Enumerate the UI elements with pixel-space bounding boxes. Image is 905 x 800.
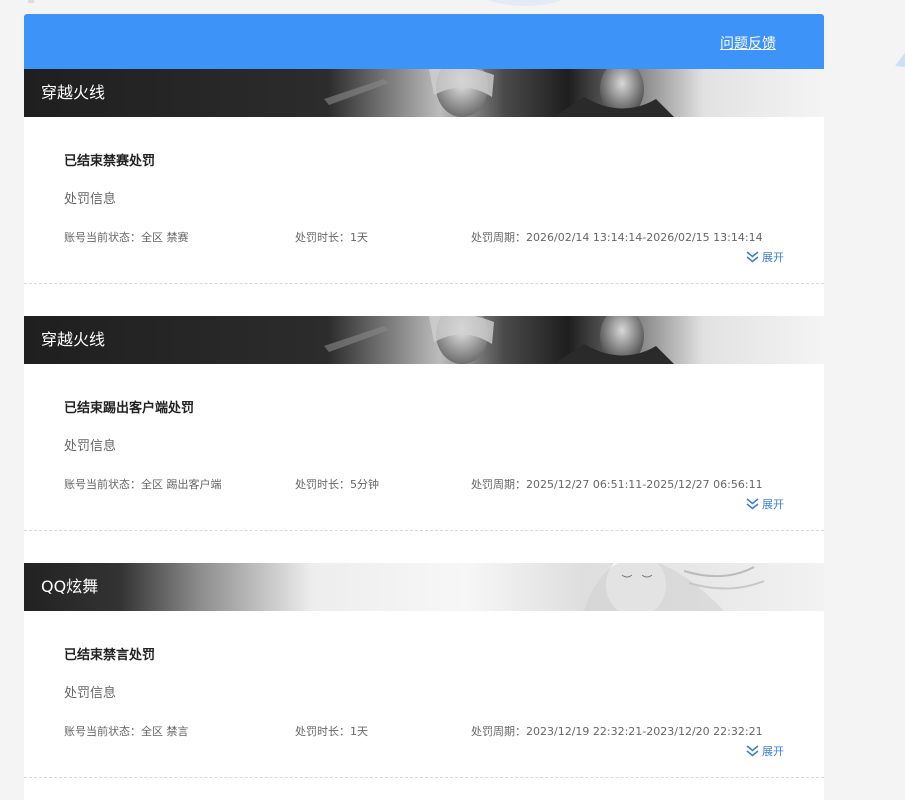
expand-button[interactable]: 展开 — [746, 249, 784, 265]
account-status-value: 全区 踢出客户端 — [141, 478, 222, 491]
account-status-value: 全区 禁赛 — [141, 231, 189, 244]
penalty-duration-label: 处罚时长： — [295, 478, 350, 491]
penalty-duration: 处罚时长：1天 — [295, 723, 368, 739]
account-status-label: 账号当前状态： — [64, 478, 141, 491]
penalty-duration-value: 1天 — [350, 231, 368, 244]
account-status: 账号当前状态：全区 禁赛 — [64, 229, 189, 245]
penalty-period: 处罚周期：2025/12/27 06:51:11-2025/12/27 06:5… — [471, 476, 763, 492]
penalty-content: 已结束禁言处罚 处罚信息 账号当前状态：全区 禁言 处罚时长：1天 处罚周期：2… — [24, 611, 824, 778]
banner-artwork — [324, 316, 674, 364]
background-decoration — [895, 52, 905, 68]
penalty-content: 已结束踢出客户端处罚 处罚信息 账号当前状态：全区 踢出客户端 处罚时长：5分钟… — [24, 364, 824, 531]
account-status: 账号当前状态：全区 踢出客户端 — [64, 476, 222, 492]
penalty-period: 处罚周期：2023/12/19 22:32:21-2023/12/20 22:3… — [471, 723, 763, 739]
double-chevron-down-icon — [746, 745, 759, 757]
account-status-label: 账号当前状态： — [64, 231, 141, 244]
penalty-period-value: 2023/12/19 22:32:21-2023/12/20 22:32:21 — [526, 725, 763, 738]
penalty-duration-label: 处罚时长： — [295, 725, 350, 738]
penalty-duration-label: 处罚时长： — [295, 231, 350, 244]
record-divider — [24, 283, 824, 284]
top-bar: 问题反馈 — [24, 14, 824, 69]
penalty-duration: 处罚时长：1天 — [295, 229, 368, 245]
double-chevron-down-icon — [746, 498, 759, 510]
penalty-period-label: 处罚周期： — [471, 725, 526, 738]
penalty-title: 已结束禁言处罚 — [64, 648, 156, 663]
penalty-period-value: 2026/02/14 13:14:14-2026/02/15 13:14:14 — [526, 231, 763, 244]
feedback-link[interactable]: 问题反馈 — [720, 33, 776, 53]
expand-button[interactable]: 展开 — [746, 496, 784, 512]
game-title: 穿越火线 — [41, 83, 106, 102]
game-title: 穿越火线 — [41, 330, 106, 349]
penalty-period: 处罚周期：2026/02/14 13:14:14-2026/02/15 13:1… — [471, 229, 763, 245]
expand-label: 展开 — [762, 498, 784, 511]
banner-artwork — [584, 563, 765, 611]
penalty-record: 穿越火线 已结束踢出客户端处罚 处罚信息 账号当前状态：全区 踢出客户端 处罚时… — [24, 316, 824, 563]
penalty-period-label: 处罚周期： — [471, 478, 526, 491]
penalty-duration: 处罚时长：5分钟 — [295, 476, 379, 492]
penalty-title: 已结束禁赛处罚 — [64, 154, 156, 169]
penalty-record: QQ炫舞 已结束禁言处罚 处罚信息 账号当前状态：全区 禁言 处罚时长：1天 处… — [24, 563, 824, 800]
record-divider — [24, 777, 824, 778]
penalty-info-label: 处罚信息 — [64, 439, 117, 454]
penalty-panel: 问题反馈 穿越火线 已结束禁赛处罚 处罚信息 账号当前状态：全区 禁赛 处罚时长… — [24, 14, 824, 800]
penalty-duration-value: 1天 — [350, 725, 368, 738]
expand-button[interactable]: 展开 — [746, 743, 784, 759]
record-divider — [24, 530, 824, 531]
penalty-info-label: 处罚信息 — [64, 686, 117, 701]
game-title: QQ炫舞 — [41, 577, 99, 596]
account-status-value: 全区 禁言 — [141, 725, 189, 738]
penalty-period-label: 处罚周期： — [471, 231, 526, 244]
penalty-duration-value: 5分钟 — [350, 478, 379, 491]
game-banner: 穿越火线 — [24, 69, 824, 117]
background-decoration — [470, 0, 580, 6]
game-banner: QQ炫舞 — [24, 563, 824, 611]
banner-artwork — [324, 69, 674, 117]
penalty-info-label: 处罚信息 — [64, 192, 117, 207]
expand-label: 展开 — [762, 745, 784, 758]
penalty-record: 穿越火线 已结束禁赛处罚 处罚信息 账号当前状态：全区 禁赛 处罚时长：1天 处… — [24, 69, 824, 316]
double-chevron-down-icon — [746, 251, 759, 263]
penalty-period-value: 2025/12/27 06:51:11-2025/12/27 06:56:11 — [526, 478, 763, 491]
penalty-content: 已结束禁赛处罚 处罚信息 账号当前状态：全区 禁赛 处罚时长：1天 处罚周期：2… — [24, 117, 824, 284]
account-status: 账号当前状态：全区 禁言 — [64, 723, 189, 739]
game-banner: 穿越火线 — [24, 316, 824, 364]
penalty-title: 已结束踢出客户端处罚 — [64, 401, 195, 416]
background-decoration — [28, 0, 34, 3]
expand-label: 展开 — [762, 251, 784, 264]
account-status-label: 账号当前状态： — [64, 725, 141, 738]
